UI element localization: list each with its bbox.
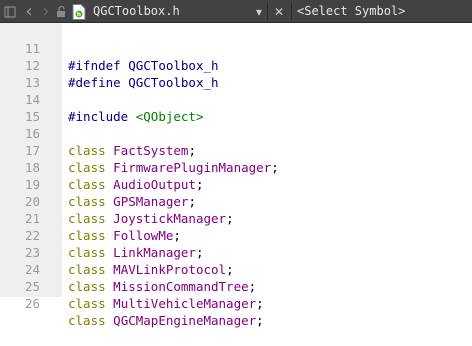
editor-toolbar: ‹ › h QGCToolbox.h ▾ ✕ <Select Symbol>: [0, 0, 472, 23]
file-type-icon-wrap: h: [70, 0, 88, 23]
code-line[interactable]: 26 class QGCMapEngineManager;: [0, 278, 472, 328]
open-documents-dropdown[interactable]: ▾: [252, 0, 266, 23]
symbol-selector[interactable]: <Select Symbol>: [297, 0, 405, 23]
code-line[interactable]: 17 class FirmwarePluginManager;: [0, 125, 472, 175]
chevron-down-icon: ▾: [255, 4, 263, 19]
semicolon: ;: [256, 296, 264, 311]
code-text: class MultiVehicleManager;: [68, 295, 264, 312]
code-line[interactable]: 16 class FactSystem;: [0, 108, 472, 158]
class-keyword: class: [68, 313, 106, 328]
svg-text:h: h: [77, 12, 81, 18]
code-line[interactable]: 19 class GPSManager;: [0, 159, 472, 209]
semicolon: ;: [256, 313, 264, 328]
class-keyword: class: [68, 296, 106, 311]
code-line[interactable]: 18 class AudioOutput;: [0, 142, 472, 192]
code-line[interactable]: 12 #define QGCToolbox_h: [0, 40, 472, 90]
code-line[interactable]: 14 #include <QObject>: [0, 74, 472, 124]
code-line[interactable]: 15: [0, 91, 472, 124]
toolbar-separator: [291, 3, 292, 20]
go-back-button[interactable]: ‹: [20, 0, 38, 23]
code-line[interactable]: 24 class MissionCommandTree;: [0, 244, 472, 294]
close-document-button[interactable]: ✕: [270, 0, 288, 23]
code-line[interactable]: 11 #ifndef QGCToolbox_h: [0, 23, 472, 73]
code-line[interactable]: 23 class MAVLinkProtocol;: [0, 227, 472, 277]
toolbar-separator: [267, 3, 268, 20]
class-name: QGCMapEngineManager: [113, 313, 257, 328]
lock-button[interactable]: [54, 0, 68, 23]
code-line[interactable]: 25 class MultiVehicleManager;: [0, 261, 472, 311]
header-file-icon: h: [72, 3, 86, 20]
code-line[interactable]: 13: [0, 57, 472, 90]
unlock-icon: [56, 5, 65, 17]
line-number: 26: [24, 296, 40, 311]
code-text: class QGCMapEngineManager;: [68, 312, 264, 329]
toggle-sidebar-button[interactable]: [2, 0, 18, 23]
code-line[interactable]: 21 class FollowMe;: [0, 193, 472, 243]
sidebar-toggle-icon: [4, 6, 16, 17]
forward-arrow-icon: ›: [42, 1, 50, 22]
code-line[interactable]: 20 class JoystickManager;: [0, 176, 472, 226]
class-name: MultiVehicleManager: [113, 296, 257, 311]
close-icon: ✕: [273, 4, 285, 19]
code-line[interactable]: 22 class LinkManager;: [0, 210, 472, 260]
code-editor[interactable]: 11 #ifndef QGCToolbox_h 12 #define QGCTo…: [0, 23, 472, 328]
go-forward-button[interactable]: ›: [38, 0, 54, 23]
file-name-label[interactable]: QGCToolbox.h: [93, 0, 180, 23]
back-arrow-icon: ‹: [25, 1, 33, 22]
